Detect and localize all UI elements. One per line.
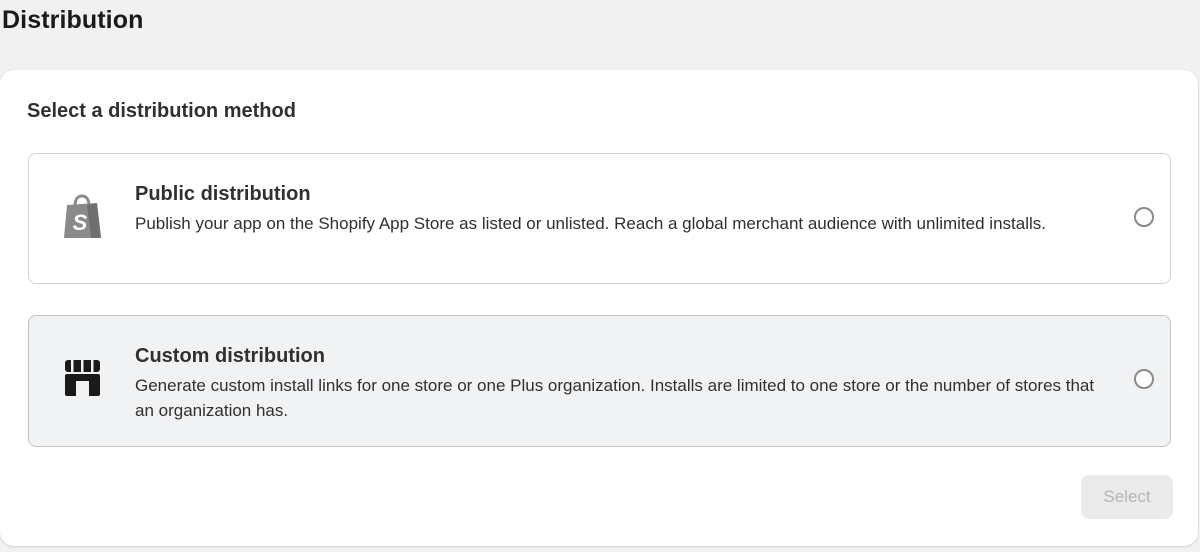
custom-distribution-radio[interactable] [1134, 369, 1154, 389]
option-description: Generate custom install links for one st… [135, 376, 1095, 420]
select-button[interactable]: Select [1081, 475, 1173, 519]
option-title: Custom distribution [135, 345, 325, 367]
shopify-bag-icon: S [61, 194, 103, 240]
option-description: Publish your app on the Shopify App Stor… [135, 214, 1046, 233]
card-heading: Select a distribution method [27, 100, 296, 122]
distribution-method-card: Select a distribution method S Public di… [0, 70, 1198, 546]
page-title: Distribution [2, 6, 144, 34]
option-public-distribution[interactable]: S Public distribution Publish your app o… [28, 153, 1171, 284]
option-title: Public distribution [135, 183, 311, 205]
public-distribution-radio[interactable] [1134, 207, 1154, 227]
store-icon [61, 356, 103, 402]
svg-text:S: S [73, 210, 88, 235]
option-custom-distribution[interactable]: Custom distribution Generate custom inst… [28, 315, 1171, 447]
